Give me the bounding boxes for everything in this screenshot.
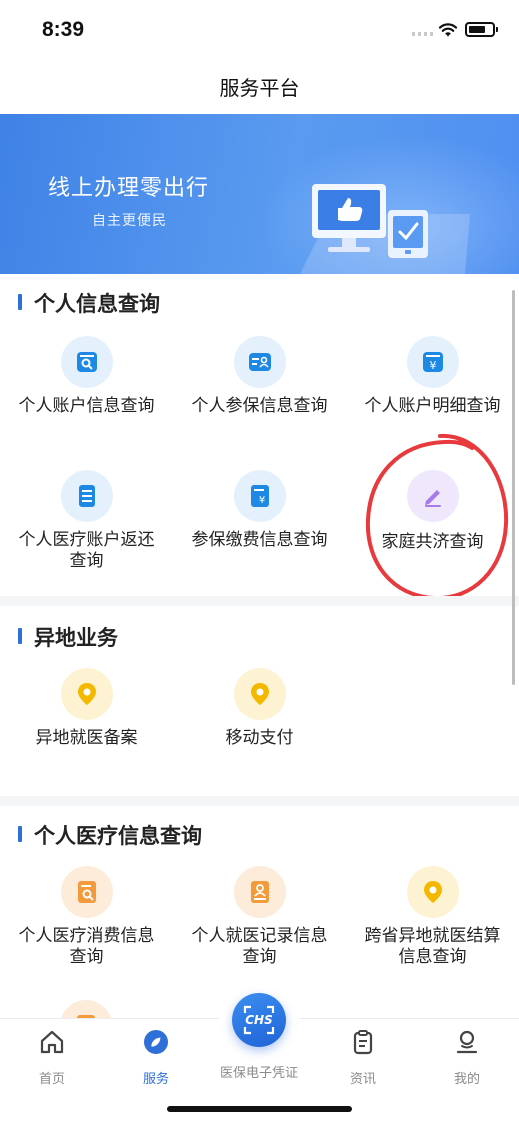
grid-item-label-line2: 查询 xyxy=(69,947,104,967)
grid-item-medical-account-refund-query[interactable]: 个人医疗账户返还 查询 xyxy=(0,470,173,572)
promo-banner[interactable]: 线上办理零出行 自主更便民 xyxy=(0,114,519,274)
user-icon xyxy=(456,1030,478,1054)
grid-item-label-line2: 查询 xyxy=(69,551,104,571)
id-card-icon xyxy=(233,336,286,388)
status-time: 8:39 xyxy=(42,18,85,41)
tab-medical-insurance-code[interactable]: 医保电子凭证 xyxy=(207,1062,311,1081)
tab-news[interactable]: 资讯 xyxy=(311,1028,415,1087)
status-bar: 8:39 xyxy=(0,0,519,62)
tab-label: 资讯 xyxy=(349,1072,376,1087)
section-divider xyxy=(0,596,519,606)
grid-item-label: 跨省异地就医结算 信息查询 xyxy=(346,926,519,968)
computer-thumbs-up-illustration xyxy=(300,184,470,274)
battery-icon xyxy=(465,22,498,37)
wifi-icon xyxy=(438,23,458,37)
grid-item-label-line1: 个人就医记录信息 xyxy=(191,926,328,946)
tab-mine[interactable]: 我的 xyxy=(415,1028,519,1087)
grid-item-payment-info-query[interactable]: ¥ 参保缴费信息查询 xyxy=(173,470,346,551)
page-title: 服务平台 xyxy=(219,76,300,100)
search-card-icon xyxy=(60,336,113,388)
grid-item-label: 个人账户明细查询 xyxy=(364,396,501,416)
home-indicator[interactable] xyxy=(167,1106,352,1112)
document-icon xyxy=(60,470,113,522)
section-divider xyxy=(0,796,519,806)
grid-item-label-line2: 查询 xyxy=(242,947,277,967)
payment-bill-icon: ¥ xyxy=(233,470,286,522)
grid-item-label-line1: 跨省异地就医结算 xyxy=(364,926,501,946)
grid-item-label: 个人医疗消费信息 查询 xyxy=(0,926,173,968)
chs-scan-icon[interactable]: CHS xyxy=(232,993,286,1047)
compass-icon xyxy=(144,1030,168,1054)
grid-item-medical-visit-record-query[interactable]: 个人就医记录信息 查询 xyxy=(173,866,346,968)
grid-item-remote-medical-registration[interactable]: 异地就医备案 xyxy=(0,668,173,749)
grid-item-label: 个人医疗账户返还 查询 xyxy=(0,530,173,572)
grid-item-label-line1: 个人医疗账户返还 xyxy=(18,530,155,550)
section-title-remote-services: 异地业务 xyxy=(18,622,118,652)
grid-item-mobile-payment[interactable]: 移动支付 xyxy=(173,668,346,749)
section-title-personal-info: 个人信息查询 xyxy=(18,288,160,318)
chs-badge-text: CHS xyxy=(245,1013,273,1027)
location-pin-icon xyxy=(233,668,286,720)
grid-item-account-detail-query[interactable]: ¥ 个人账户明细查询 xyxy=(346,336,519,417)
section-title-medical-info: 个人医疗信息查询 xyxy=(18,820,202,850)
svg-text:¥: ¥ xyxy=(429,359,436,372)
banner-title: 线上办理零出行 xyxy=(48,176,210,201)
grid-item-label: 异地就医备案 xyxy=(35,728,138,748)
search-document-icon xyxy=(60,866,113,918)
grid-item-label: 个人账户信息查询 xyxy=(18,396,155,416)
red-circle-annotation xyxy=(365,433,509,601)
cellular-signal-icon xyxy=(412,32,434,36)
grid-item-label: 参保缴费信息查询 xyxy=(191,530,328,550)
tab-home[interactable]: 首页 xyxy=(0,1028,104,1087)
medical-record-icon xyxy=(233,866,286,918)
grid-item-personal-account-query[interactable]: 个人账户信息查询 xyxy=(0,336,173,417)
grid-item-label-line1: 个人医疗消费信息 xyxy=(18,926,155,946)
tab-label: 我的 xyxy=(453,1072,480,1087)
tab-label: 服务 xyxy=(142,1072,169,1087)
home-icon xyxy=(40,1030,64,1054)
grid-item-label: 个人就医记录信息 查询 xyxy=(173,926,346,968)
grid-item-label-line2: 信息查询 xyxy=(398,947,467,967)
scrollbar[interactable] xyxy=(512,290,515,685)
tab-services[interactable]: 服务 xyxy=(104,1028,208,1087)
location-pin-icon xyxy=(60,668,113,720)
grid-item-label: 移动支付 xyxy=(225,728,294,748)
banner-subtitle: 自主更便民 xyxy=(92,213,167,229)
tab-label: 首页 xyxy=(38,1072,65,1087)
grid-item-cross-province-settlement-query[interactable]: 跨省异地就医结算 信息查询 xyxy=(346,866,519,968)
grid-item-medical-consumption-query[interactable]: 个人医疗消费信息 查询 xyxy=(0,866,173,968)
grid-item-label: 个人参保信息查询 xyxy=(191,396,328,416)
svg-text:¥: ¥ xyxy=(258,495,264,506)
location-pin-icon xyxy=(406,866,459,918)
clipboard-icon xyxy=(353,1030,373,1055)
yuan-ledger-icon: ¥ xyxy=(406,336,459,388)
grid-item-insurance-info-query[interactable]: 个人参保信息查询 xyxy=(173,336,346,417)
